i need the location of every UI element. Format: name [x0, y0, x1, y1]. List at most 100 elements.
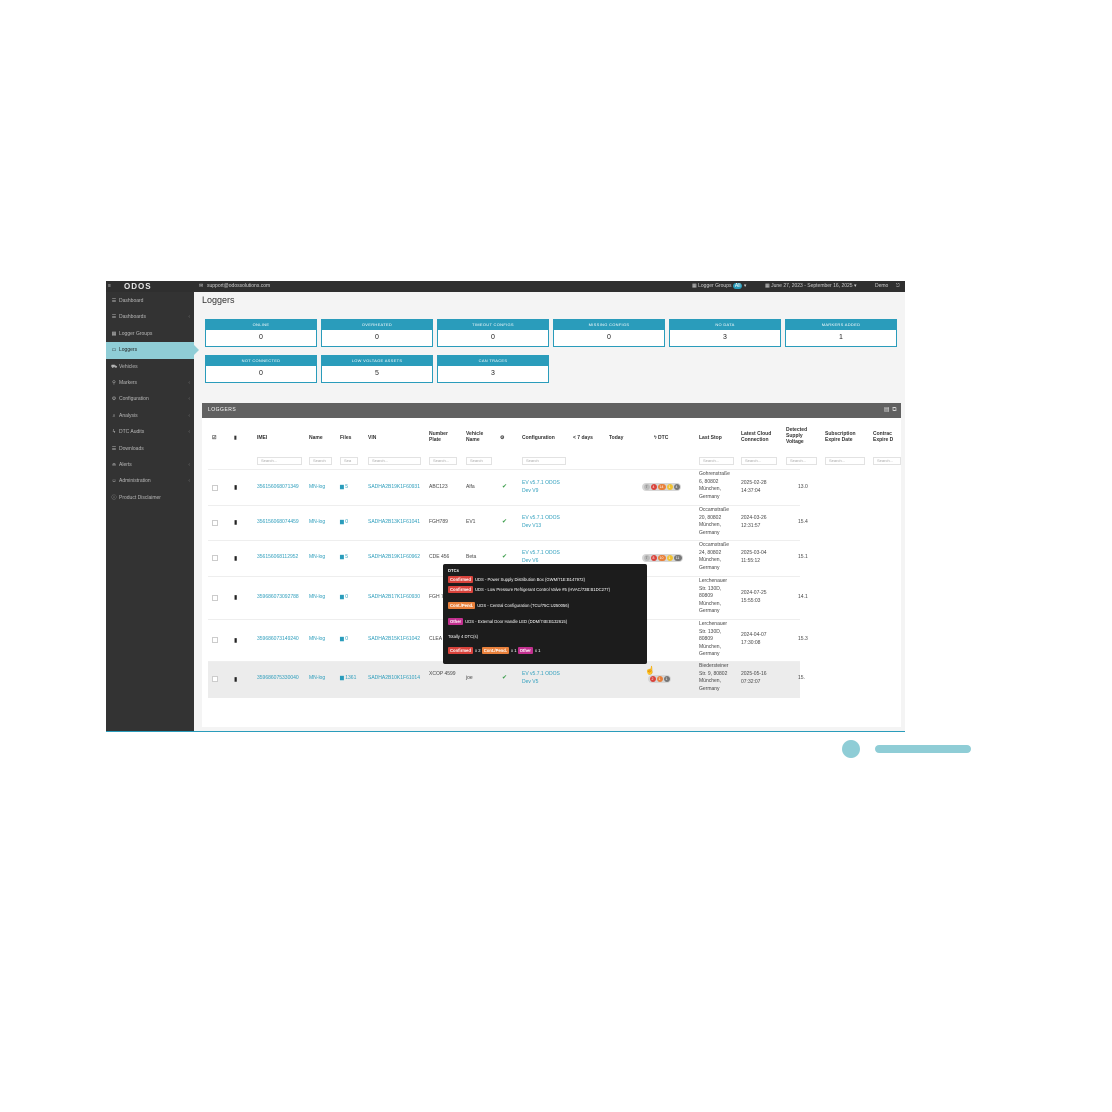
stat-overheated[interactable]: OVERHEATED 0 [321, 319, 433, 347]
imei-link[interactable]: 359686075330040 [257, 675, 299, 683]
col-vin[interactable]: VIN [368, 435, 376, 441]
files-link[interactable]: ▆ 0 [340, 519, 348, 527]
col-detected-supply-voltage[interactable]: Detected Supply Voltage [786, 427, 816, 445]
sidebar-item-dashboards[interactable]: ☰ Dashboards ‹ [106, 309, 194, 325]
stat-timeout-configs[interactable]: TIMEOUT CONFIGS 0 [437, 319, 549, 347]
name-link[interactable]: MN-log [309, 594, 325, 602]
logger-groups-selector[interactable]: ▦ Logger Groups All ▾ [692, 281, 746, 292]
sidebar-item-analysis[interactable]: ⌕ Analysis ‹ [106, 408, 194, 424]
sidebar-item-vehicles[interactable]: ⛟ Vehicles [106, 359, 194, 375]
col-vehicle-name[interactable]: Vehicle Name [466, 431, 490, 443]
stat-not-connected[interactable]: NOT CONNECTED 0 [205, 355, 317, 383]
configuration-link[interactable]: EV v5.7.1 ODOS Dev V6 [522, 550, 568, 565]
imei-link[interactable]: 356156068112952 [257, 554, 298, 562]
sidebar-item-markers[interactable]: ⚲ Markers ‹ [106, 375, 194, 391]
vin-link[interactable]: SADHA2B15K1F61042 [368, 636, 420, 644]
configuration-link[interactable]: EV v5.7.1 ODOS Dev V5 [522, 671, 568, 686]
col-configuration[interactable]: Configuration [522, 435, 555, 441]
col-name[interactable]: Name [309, 435, 323, 441]
files-link[interactable]: ▆ 0 [340, 636, 348, 644]
imei-link[interactable]: 359686073092788 [257, 594, 299, 602]
stat-missing-configs[interactable]: MISSING CONFIGS 0 [553, 319, 665, 347]
carousel-progress-bar[interactable] [875, 745, 971, 753]
row-checkbox[interactable] [212, 485, 218, 491]
dtc-badges[interactable]: 2 1 1 [648, 675, 671, 683]
table-row[interactable]: ▮ 356156068071349 MN-log ▆ 5 SADHA2B19K1… [208, 469, 808, 506]
vin-link[interactable]: SADHA2B19K1F60962 [368, 554, 420, 562]
row-checkbox[interactable] [212, 520, 218, 526]
voltage-filter-input[interactable]: Search... [786, 457, 817, 465]
files-link[interactable]: ▆ 5 [340, 484, 348, 492]
config-filter-input[interactable]: Search [522, 457, 566, 465]
configuration-link[interactable]: EV v5.7.1 ODOS Dev V13 [522, 515, 568, 530]
name-link[interactable]: MN-log [309, 519, 325, 527]
menu-icon[interactable]: ≡ [108, 281, 111, 292]
latest-filter-input[interactable]: Search... [741, 457, 777, 465]
vehicle-filter-input[interactable]: Search [466, 457, 492, 465]
files-link[interactable]: ▆ 1361 [340, 675, 356, 683]
last-stop-filter-input[interactable]: Search... [699, 457, 734, 465]
sidebar-item-loggers[interactable]: ▭ Loggers [106, 342, 199, 359]
files-link[interactable]: ▆ 0 [340, 594, 348, 602]
name-link[interactable]: MN-log [309, 636, 325, 644]
imei-link[interactable]: 356156068074459 [257, 519, 299, 527]
sidebar-item-dtc-audits[interactable]: ϟ DTC Audits ‹ [106, 424, 194, 440]
name-link[interactable]: MN-log [309, 675, 325, 683]
support-email[interactable]: support@odossolutions.com [207, 281, 270, 292]
col-imei[interactable]: IMEI [257, 435, 267, 441]
col-today[interactable]: Today [609, 435, 623, 441]
table-row[interactable]: ▮ 356156068074459 MN-log ▆ 0 SADHA2B13K1… [208, 505, 808, 541]
carousel-dot[interactable] [842, 740, 860, 758]
vin-link[interactable]: SADHA2B10K1F61014 [368, 675, 420, 683]
export-icon[interactable]: ▤ [884, 407, 890, 413]
name-filter-input[interactable]: Search [309, 457, 332, 465]
col-dtc[interactable]: ϟ DTC [654, 435, 668, 441]
name-link[interactable]: MN-log [309, 554, 325, 562]
stat-online[interactable]: ONLINE 0 [205, 319, 317, 347]
dtc-badges[interactable]: 7 8 10 1 11 [642, 554, 683, 562]
vin-link[interactable]: SADHA2B17K1F60930 [368, 594, 420, 602]
row-checkbox[interactable] [212, 555, 218, 561]
sidebar-item-product-disclaimer[interactable]: ⓘ Product Disclaimer [106, 490, 194, 506]
col-last-stop[interactable]: Last Stop [699, 435, 722, 441]
select-all-icon[interactable]: ☑ [212, 435, 216, 441]
user-menu[interactable]: Demo [875, 281, 888, 292]
vin-filter-input[interactable]: Search... [368, 457, 421, 465]
imei-link[interactable]: 356156068071349 [257, 484, 299, 492]
col-contract-expire-date[interactable]: Contrac Expire D [873, 431, 901, 443]
sidebar-item-dashboard[interactable]: ☰ Dashboard [106, 293, 194, 309]
sidebar-item-administration[interactable]: ☺ Administration ‹ [106, 473, 194, 489]
row-checkbox[interactable] [212, 595, 218, 601]
sidebar-item-logger-groups[interactable]: ▦ Logger Groups [106, 326, 194, 342]
copy-icon[interactable]: ⧉ [892, 407, 897, 413]
plate-filter-input[interactable]: Search... [429, 457, 457, 465]
contract-filter-input[interactable]: Search... [873, 457, 901, 465]
name-link[interactable]: MN-log [309, 484, 325, 492]
table-row[interactable]: ▮ 359686075330040 MN-log ▆ 1361 SADHA2B1… [208, 661, 805, 698]
col-latest-cloud-connection[interactable]: Latest Cloud Connection [741, 431, 775, 443]
sidebar-item-downloads[interactable]: ☰ Downloads [106, 441, 194, 457]
imei-link[interactable]: 359686073149240 [257, 636, 299, 644]
stat-low-voltage-assets[interactable]: LOW VOLTAGE ASSETS 5 [321, 355, 433, 383]
date-range-picker[interactable]: ▦ June 27, 2023 - September 16, 2025 ▾ [765, 281, 856, 292]
col-number-plate[interactable]: Number Plate [429, 431, 457, 443]
configuration-link[interactable]: EV v5.7.1 ODOS Dev V9 [522, 480, 568, 495]
vin-link[interactable]: SADHA2B13K1F61041 [368, 519, 420, 527]
logout-icon[interactable]: ⎋ [896, 281, 900, 292]
dtc-badges[interactable]: 7 4 14 1 4 [642, 483, 681, 491]
stat-can-traces[interactable]: CAN TRACES 3 [437, 355, 549, 383]
col-7-days[interactable]: < 7 days [573, 435, 593, 441]
col-subscription-expire-date[interactable]: Subscription Expire Date [825, 431, 865, 443]
sidebar-item-alerts[interactable]: ⍾ Alerts ‹ [106, 457, 194, 473]
subscription-filter-input[interactable]: Search... [825, 457, 865, 465]
vin-link[interactable]: SADHA2B19K1F60931 [368, 484, 420, 492]
imei-filter-input[interactable]: Search... [257, 457, 302, 465]
col-files[interactable]: Files [340, 435, 351, 441]
sidebar-item-configuration[interactable]: ⚙ Configuration ‹ [106, 391, 194, 407]
files-filter-input[interactable]: Sea [340, 457, 358, 465]
stat-no-data[interactable]: NO DATA 3 [669, 319, 781, 347]
stat-markers-added[interactable]: MARKERS ADDED 1 [785, 319, 897, 347]
files-link[interactable]: ▆ 5 [340, 554, 348, 562]
row-checkbox[interactable] [212, 676, 218, 682]
row-checkbox[interactable] [212, 637, 218, 643]
